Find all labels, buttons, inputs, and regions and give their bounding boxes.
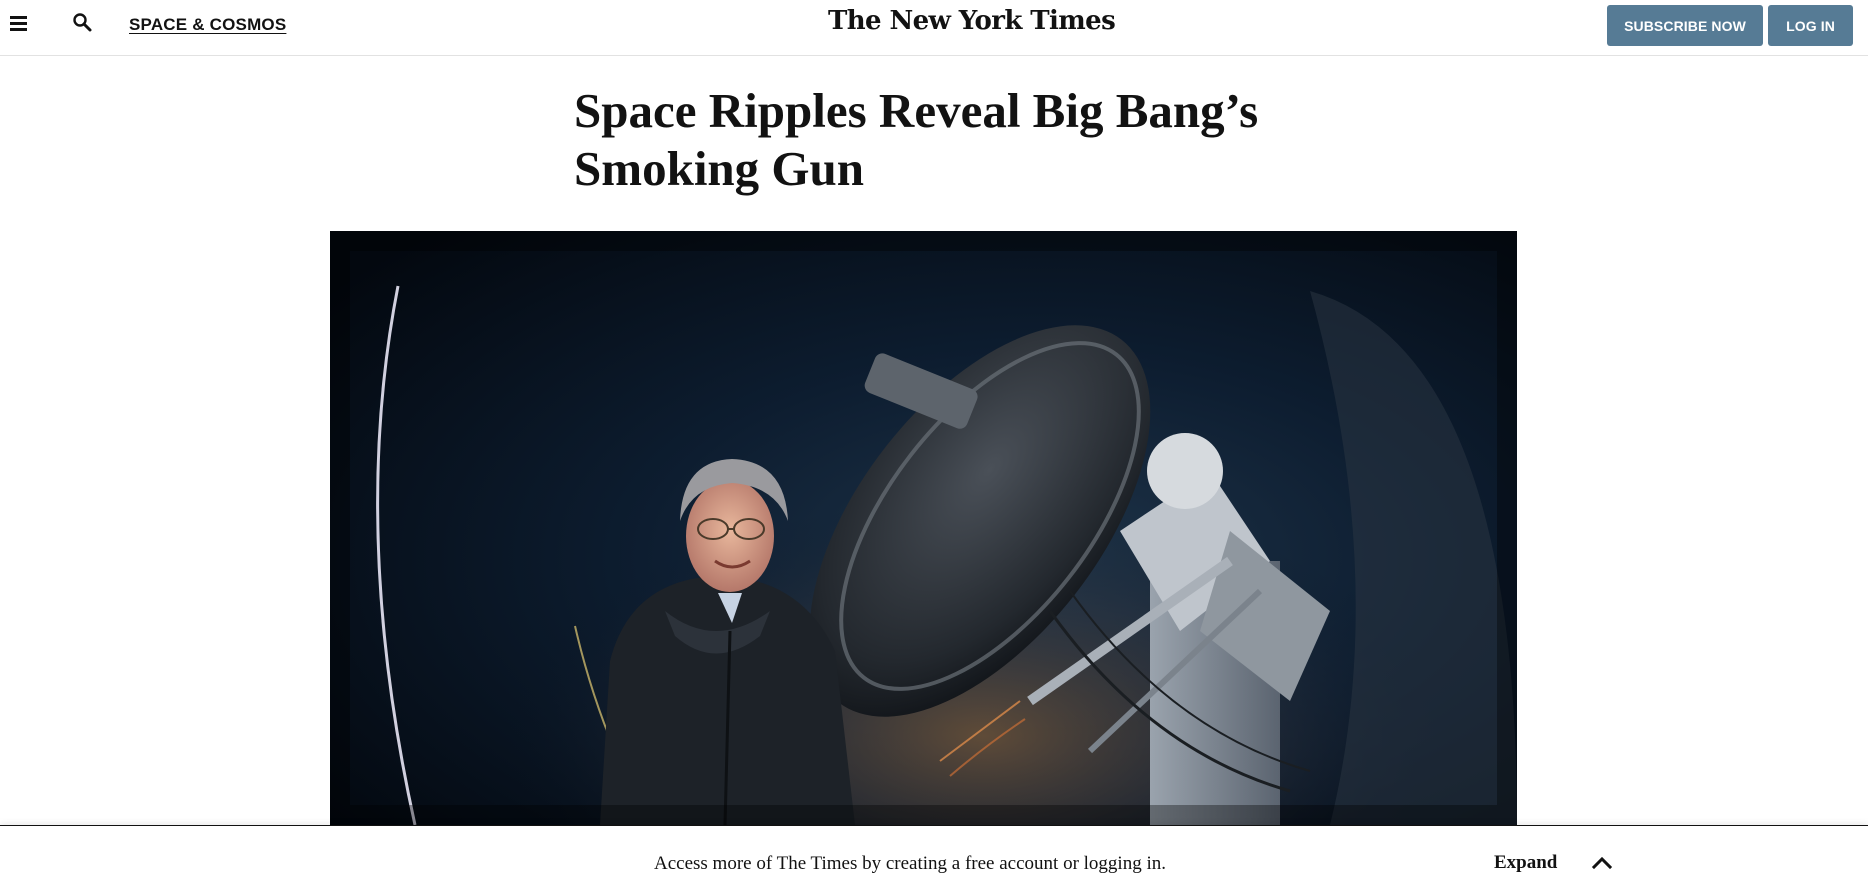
article-headline: Space Ripples Reveal Big Bang’s Smoking …: [574, 83, 1259, 196]
hero-image: [330, 231, 1517, 825]
masthead: SPACE & COSMOS The New York Times SUBSCR…: [0, 0, 1868, 56]
gateway-message: Access more of The Times by creating a f…: [654, 853, 1166, 874]
subscribe-now-button[interactable]: SUBSCRIBE NOW: [1607, 5, 1763, 46]
chevron-up-icon: [1592, 856, 1613, 870]
registration-gateway-bar: Access more of The Times by creating a f…: [0, 825, 1868, 885]
expand-label: Expand: [1494, 852, 1558, 873]
expand-button[interactable]: Expand: [1494, 850, 1613, 876]
nyt-logo[interactable]: The New York Times: [828, 6, 1116, 36]
search-icon[interactable]: [72, 12, 94, 34]
section-link-space-cosmos[interactable]: SPACE & COSMOS: [129, 15, 286, 35]
hamburger-menu-icon[interactable]: [8, 12, 30, 34]
log-in-button[interactable]: LOG IN: [1768, 5, 1853, 46]
